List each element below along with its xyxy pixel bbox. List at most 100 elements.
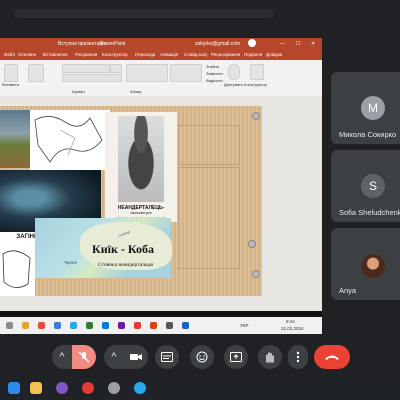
app-icon[interactable] [108, 382, 120, 394]
tab-draw[interactable]: Рисування [75, 52, 97, 57]
more-vert-icon [296, 351, 300, 363]
viber-icon[interactable] [56, 382, 68, 394]
chrome-icon[interactable] [82, 382, 94, 394]
tab-transitions[interactable]: Переходи [135, 52, 155, 57]
neanderthal-illustration [118, 116, 164, 202]
pin-icon [252, 112, 260, 120]
minimize-icon[interactable]: — [280, 41, 285, 47]
tab-animation[interactable]: Анімація [160, 52, 178, 57]
captions-button[interactable] [155, 345, 179, 369]
avatar-photo [361, 254, 385, 278]
font-name-box[interactable] [62, 64, 110, 73]
account-email: sokyrko@gmail.com [195, 41, 241, 47]
powerpoint-menu-tabs: Файл Основне Вставлення Рисування Констр… [0, 50, 322, 60]
text-placeholder-bottom[interactable] [178, 167, 240, 269]
keyboard-language: УКР [240, 323, 249, 328]
telegram-icon[interactable] [134, 382, 146, 394]
viber-icon [118, 322, 125, 329]
clock-date: 22.02.2024 [281, 326, 304, 331]
site-label: Стоянка неандертальця [98, 262, 153, 268]
designer-icon[interactable] [250, 64, 264, 80]
participant-tile[interactable]: Anya [331, 228, 400, 300]
excel-icon [86, 322, 93, 329]
tab-slideshow[interactable]: Слайд-шоу [184, 52, 207, 57]
powerpoint-title-bar: Вступна презентація PowerPoint sokyrko@g… [0, 38, 322, 50]
present-button[interactable] [224, 345, 248, 369]
ribbon-group-paragraph: Абзац [130, 89, 142, 94]
designer-label: Конструктор [244, 82, 267, 87]
participant-tile[interactable]: S Sofia Sheludchenko [331, 150, 400, 222]
file-explorer-icon[interactable] [30, 382, 42, 394]
tab-insert[interactable]: Вставлення [43, 52, 68, 57]
paste-icon[interactable] [4, 64, 18, 82]
dictate-label: Диктувати [224, 82, 243, 87]
map-outline-icon [34, 116, 103, 163]
sketch-map [0, 244, 35, 296]
powerpoint-icon [150, 322, 157, 329]
chevron-up-icon: ^ [59, 351, 65, 363]
meeting-top-bar [0, 0, 400, 28]
europe-map [30, 110, 110, 170]
participant-name: Микола Сокирко [339, 130, 397, 139]
avatar: M [361, 96, 385, 120]
telegram-icon [70, 322, 77, 329]
close-icon[interactable]: ✕ [311, 41, 315, 47]
clock-time: 9:44 [286, 319, 295, 324]
text-placeholder-top[interactable] [178, 125, 240, 165]
pin-icon [248, 240, 256, 248]
call-end-icon [325, 355, 339, 360]
participant-tile[interactable]: M Микола Сокирко [331, 72, 400, 144]
paragraph-group[interactable] [126, 64, 168, 82]
tab-help[interactable]: Довідка [266, 52, 282, 57]
explorer-icon [22, 322, 29, 329]
participant-name: Anya [339, 286, 357, 295]
windows-start-icon[interactable] [8, 382, 20, 394]
replace-button[interactable]: Замінити [206, 71, 223, 76]
find-button[interactable]: Знайти [206, 64, 219, 69]
maximize-icon[interactable]: ☐ [296, 41, 300, 47]
ribbon-group-font: Шрифт [72, 89, 86, 94]
tab-design[interactable]: Конструктор [102, 52, 128, 57]
emoji-button[interactable] [190, 345, 214, 369]
camera-icon [130, 354, 142, 360]
more-options-button[interactable] [288, 345, 308, 369]
font-size-box[interactable] [110, 64, 122, 73]
chrome-icon [38, 322, 45, 329]
forest-photo [0, 110, 30, 168]
tab-file[interactable]: Файл [4, 52, 15, 57]
shared-taskbar: УКР 9:44 22.02.2024 [0, 317, 322, 334]
select-button[interactable]: Виділити [206, 78, 223, 83]
powerpoint-ribbon: Вставити Шрифт Абзац Знайти Замінити Вид… [0, 60, 322, 97]
raise-hand-icon [266, 352, 274, 363]
present-icon [230, 352, 242, 362]
captions-icon [161, 352, 173, 362]
document-title: Вступна презентація [58, 41, 106, 47]
top-bar-strip [14, 9, 274, 18]
app-name: PowerPoint [100, 41, 126, 47]
mic-toggle-button[interactable] [72, 345, 96, 369]
tab-review[interactable]: Рецензування [211, 52, 240, 57]
pin-icon [252, 270, 260, 278]
word-icon [102, 322, 109, 329]
tab-home[interactable]: Основне [18, 52, 36, 57]
tab-view[interactable]: Подання [244, 52, 262, 57]
dictate-icon[interactable] [228, 64, 240, 80]
drawing-group[interactable] [170, 64, 202, 82]
app-icon [182, 322, 189, 329]
edge-icon [54, 322, 61, 329]
mic-options-button[interactable]: ^ [52, 345, 72, 369]
new-slide-icon[interactable] [28, 64, 44, 82]
leave-call-button[interactable] [314, 345, 350, 369]
paste-label: Вставити [2, 82, 20, 87]
avatar: S [361, 174, 385, 198]
chevron-up-icon: ^ [111, 351, 117, 363]
opera-icon [134, 322, 141, 329]
emoji-icon [196, 351, 208, 363]
font-format-row[interactable] [62, 74, 122, 82]
mic-off-icon [78, 351, 90, 363]
camera-toggle-button[interactable] [124, 345, 148, 369]
account-avatar[interactable] [248, 39, 256, 47]
camera-options-button[interactable]: ^ [104, 345, 124, 369]
raise-hand-button[interactable] [258, 345, 282, 369]
search-icon [6, 322, 13, 329]
